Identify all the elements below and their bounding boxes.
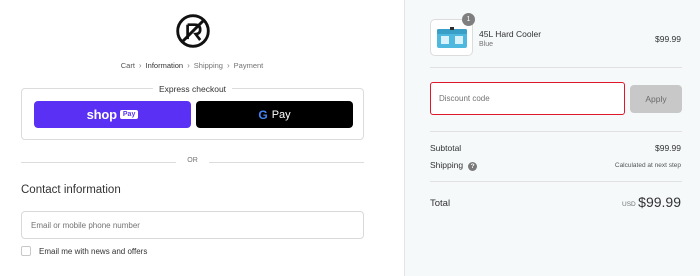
shipping-label: Shipping	[430, 160, 464, 170]
google-g-icon: G	[258, 107, 268, 122]
google-pay-label: Pay	[271, 108, 291, 121]
breadcrumb-shipping: Shipping	[193, 61, 223, 70]
product-name: 45L Hard Cooler	[479, 29, 542, 39]
newsletter-checkbox[interactable]	[21, 246, 31, 256]
discount-code-field[interactable]	[430, 82, 625, 115]
newsletter-label: Email me with news and offers	[39, 246, 148, 256]
breadcrumb: Cart › Information › Shipping › Payment	[0, 61, 384, 70]
breadcrumb-cart[interactable]: Cart	[121, 61, 135, 70]
divider	[430, 67, 682, 68]
product-price: $99.99	[655, 34, 681, 44]
subtotal-label: Subtotal	[430, 143, 462, 153]
shipping-value: Calculated at next step	[614, 162, 681, 169]
main-column: Cart › Information › Shipping › Payment …	[0, 0, 404, 276]
express-checkout-title: Express checkout	[152, 84, 233, 94]
shop-pay-button[interactable]: shop Pay	[34, 101, 191, 128]
order-summary-sidebar: 1 45L Hard Cooler Blue $99.99 Apply Subt…	[404, 0, 700, 276]
chevron-right-icon: ›	[226, 61, 230, 70]
apply-discount-button[interactable]: Apply	[630, 85, 682, 113]
email-or-phone-field[interactable]	[21, 211, 364, 239]
or-divider: OR	[21, 157, 364, 167]
newsletter-option[interactable]: Email me with news and offers	[21, 246, 147, 256]
contact-information-heading: Contact information	[21, 184, 121, 196]
google-pay-button[interactable]: G Pay	[196, 101, 353, 128]
express-checkout-box: Express checkout shop Pay G Pay	[21, 84, 364, 140]
question-circle-icon[interactable]: ?	[468, 162, 478, 171]
breadcrumb-information: Information	[145, 61, 184, 70]
breadcrumb-payment: Payment	[233, 61, 264, 70]
total-amount: $99.99	[638, 194, 681, 210]
subtotal-value: $99.99	[655, 143, 681, 153]
product-variant: Blue	[479, 41, 494, 48]
divider-line-right	[209, 162, 364, 163]
shop-pay-wordmark: shop	[86, 107, 117, 122]
shop-pay-badge: Pay	[119, 110, 139, 119]
total-label: Total	[430, 198, 451, 209]
chevron-right-icon: ›	[138, 61, 142, 70]
cooler-icon	[436, 26, 467, 48]
chevron-right-icon: ›	[187, 61, 190, 70]
brand-logo-icon[interactable]	[175, 13, 211, 49]
shipping-row-label: Shipping?	[430, 160, 478, 171]
quantity-badge: 1	[462, 13, 475, 26]
total-currency: USD	[622, 201, 636, 208]
divider	[430, 131, 682, 132]
divider	[430, 181, 682, 182]
